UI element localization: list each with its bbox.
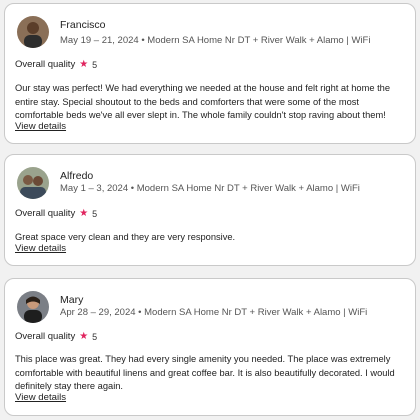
quality-label: Overall quality (15, 208, 76, 219)
view-details-link[interactable]: View details (15, 243, 66, 254)
reviewer-avatar (17, 291, 49, 323)
review-text: Great space very clean and they are very… (15, 232, 236, 242)
quality-row: Overall quality ★ 5 (15, 208, 97, 219)
reviewer-avatar (17, 167, 49, 199)
view-details-link[interactable]: View details (15, 121, 66, 132)
reviewer-avatar (17, 16, 49, 48)
quality-rating: 5 (92, 208, 98, 219)
review-meta: May 1 – 3, 2024 • Modern SA Home Nr DT +… (60, 183, 360, 194)
star-icon: ★ (79, 330, 89, 342)
quality-label: Overall quality (15, 59, 76, 70)
review-text: Our stay was perfect! We had everything … (15, 83, 391, 120)
reviewer-name: Mary (60, 294, 84, 306)
star-icon: ★ (79, 207, 89, 219)
quality-row: Overall quality ★ 5 (15, 331, 97, 342)
review-card: Mary Apr 28 – 29, 2024 • Modern SA Home … (4, 278, 416, 416)
quality-rating: 5 (92, 331, 98, 342)
reviewer-name: Alfredo (60, 170, 94, 182)
quality-rating: 5 (92, 59, 98, 70)
quality-row: Overall quality ★ 5 (15, 59, 97, 70)
review-meta: Apr 28 – 29, 2024 • Modern SA Home Nr DT… (60, 307, 368, 318)
review-meta: May 19 – 21, 2024 • Modern SA Home Nr DT… (60, 35, 371, 46)
reviewer-name: Francisco (60, 19, 106, 31)
review-card: Alfredo May 1 – 3, 2024 • Modern SA Home… (4, 154, 416, 266)
star-icon: ★ (79, 58, 89, 70)
review-card: Francisco May 19 – 21, 2024 • Modern SA … (4, 3, 416, 144)
review-text: This place was great. They had every sin… (15, 354, 395, 391)
quality-label: Overall quality (15, 331, 76, 342)
view-details-link[interactable]: View details (15, 392, 66, 403)
